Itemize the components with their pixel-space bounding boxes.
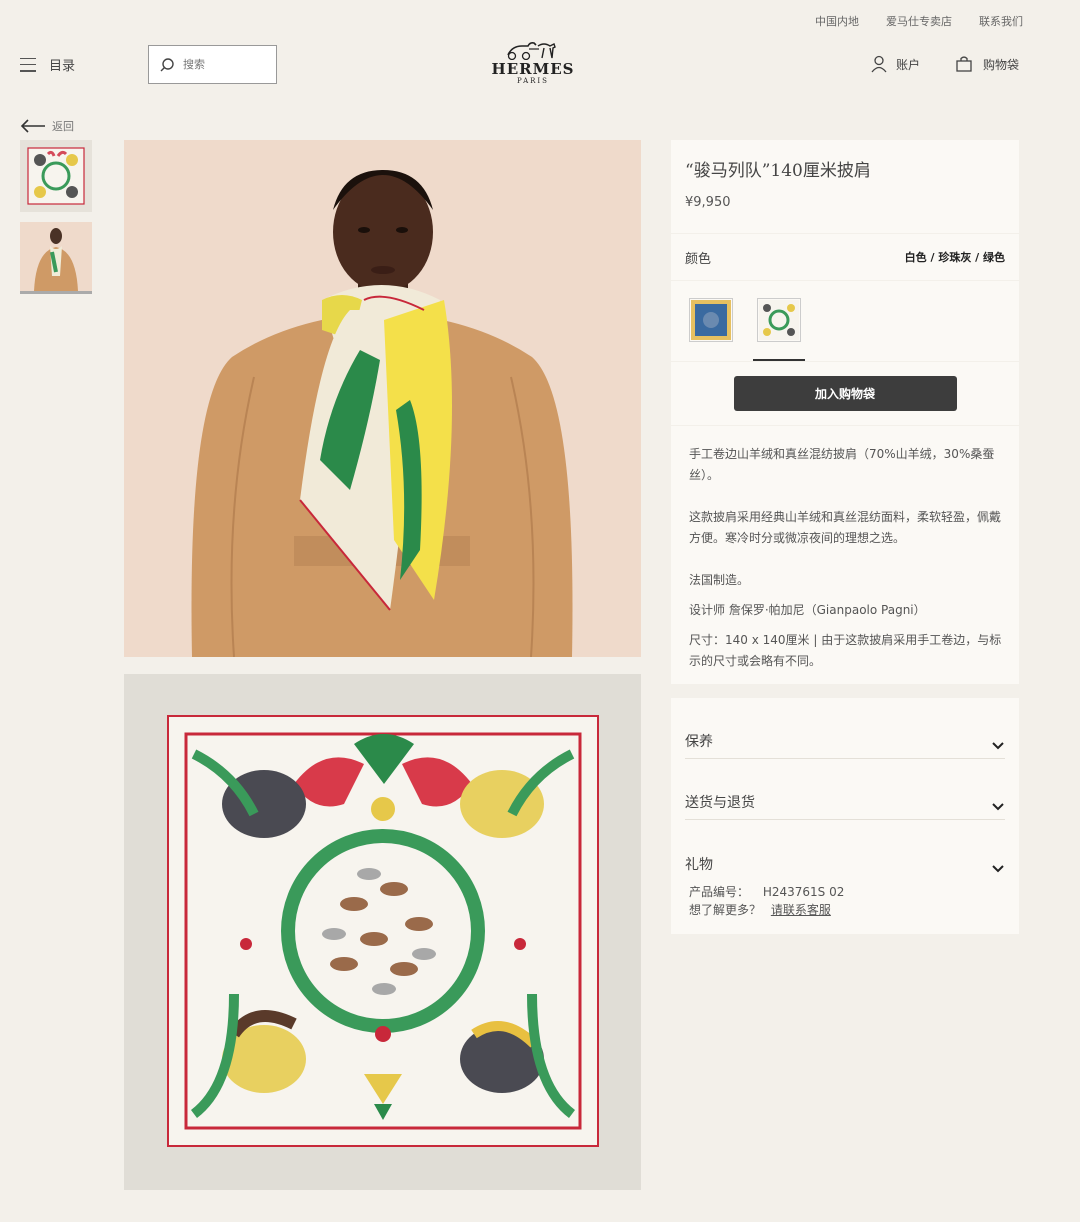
reference-label: 产品编号： — [689, 885, 750, 899]
model-photo — [124, 140, 641, 657]
chevron-down-icon — [992, 742, 1004, 750]
carriage-logo-icon — [507, 42, 556, 60]
color-value: 白色 / 珍珠灰 / 绿色 — [904, 251, 1005, 264]
product-description: 手工卷边山羊绒和真丝混纺披肩（70%山羊绒，30%桑蚕丝）。 这款披肩采用经典山… — [671, 426, 1019, 684]
swatch-option-blue[interactable] — [689, 298, 733, 361]
product-image-scarf — [124, 674, 641, 1190]
reference-value: H243761S 02 — [762, 885, 845, 899]
color-swatches — [671, 281, 1019, 361]
menu-button[interactable]: 目录 — [20, 55, 75, 74]
scarf-photo — [124, 674, 641, 1190]
accordion-care-label: 保养 — [685, 734, 713, 750]
desc-designer: 设计师 詹保罗·帕加尼（Gianpaolo Pagni） — [689, 603, 926, 617]
product-image-model — [124, 140, 641, 657]
contact-service-link[interactable]: 请联系客服 — [771, 903, 831, 917]
product-price: ¥9,950 — [685, 195, 731, 210]
swatch-white-image — [759, 300, 799, 340]
color-row: 颜色 白色 / 珍珠灰 / 绿色 — [671, 234, 1019, 280]
help-text: 想了解更多？ — [689, 903, 762, 917]
color-label: 颜色 — [685, 251, 712, 267]
search-icon — [160, 57, 174, 71]
add-to-bag-button[interactable]: 加入购物袋 — [733, 376, 957, 411]
region-link[interactable]: 中国内地 — [815, 13, 859, 29]
logo-wordmark: HERMES — [491, 60, 575, 78]
desc-origin: 法国制造。 — [689, 573, 750, 587]
contact-link[interactable]: 联系我们 — [979, 13, 1023, 29]
account-label: 账户 — [896, 57, 921, 72]
swatch-frame — [689, 298, 733, 342]
scarf-thumbnail-image — [27, 147, 85, 205]
bag-label: 购物袋 — [983, 57, 1020, 72]
desc-size: 尺寸：140 x 140厘米 | 由于这款披肩采用手工卷边，与标示的尺寸或会略有… — [689, 633, 1002, 668]
utility-nav: 中国内地 爱马仕专卖店 联系我们 — [815, 13, 1023, 29]
accordion-gift-label: 礼物 — [685, 857, 713, 873]
chevron-down-icon — [992, 803, 1004, 811]
accordion-care[interactable]: 保养 — [685, 698, 1005, 759]
desc-material: 手工卷边山羊绒和真丝混纺披肩（70%山羊绒，30%桑蚕丝）。 — [689, 447, 995, 482]
search-input[interactable] — [183, 58, 263, 71]
account-button[interactable]: 账户 — [870, 55, 920, 73]
search-box[interactable] — [148, 45, 277, 84]
arrow-left-icon — [20, 119, 45, 133]
hamburger-icon — [20, 57, 36, 72]
help-line: 想了解更多？ 请联系客服 — [689, 901, 1005, 919]
accordion-gift[interactable]: 礼物 — [685, 820, 1005, 881]
model-thumbnail-image — [20, 222, 92, 291]
shopping-bag-button[interactable]: 购物袋 — [955, 55, 1019, 73]
accordion: 保养 送货与退货 礼物 产品编号： H243761S 02 想了解更多？ 请联系… — [671, 698, 1019, 934]
stores-link[interactable]: 爱马仕专卖店 — [886, 13, 952, 29]
accordion-delivery[interactable]: 送货与退货 — [685, 759, 1005, 820]
brand-logo[interactable]: HERMES PARIS — [489, 40, 577, 85]
logo-subtitle: PARIS — [517, 77, 549, 85]
swatch-option-white[interactable] — [753, 298, 805, 361]
product-title: “骏马列队”140厘米披肩 — [685, 161, 871, 181]
back-label: 返回 — [52, 120, 74, 133]
menu-label: 目录 — [49, 59, 76, 74]
accordion-delivery-label: 送货与退货 — [685, 795, 755, 811]
product-meta: 产品编号： H243761S 02 想了解更多？ 请联系客服 — [685, 883, 1005, 919]
back-link[interactable]: 返回 — [20, 118, 74, 134]
thumbnail-scarf[interactable] — [20, 140, 92, 212]
add-to-bag-row: 加入购物袋 — [671, 362, 1019, 425]
swatch-blue-image — [691, 300, 731, 340]
thumbnail-model[interactable] — [20, 222, 92, 294]
user-icon — [871, 55, 887, 73]
product-header: “骏马列队”140厘米披肩 ¥9,950 — [671, 140, 1019, 233]
bag-icon — [956, 56, 972, 72]
product-reference: 产品编号： H243761S 02 — [689, 883, 1005, 901]
desc-details: 这款披肩采用经典山羊绒和真丝混纺面料，柔软轻盈，佩戴方便。寒冷时分或微凉夜间的理… — [689, 510, 1002, 545]
swatch-frame — [757, 298, 801, 342]
chevron-down-icon — [992, 865, 1004, 873]
